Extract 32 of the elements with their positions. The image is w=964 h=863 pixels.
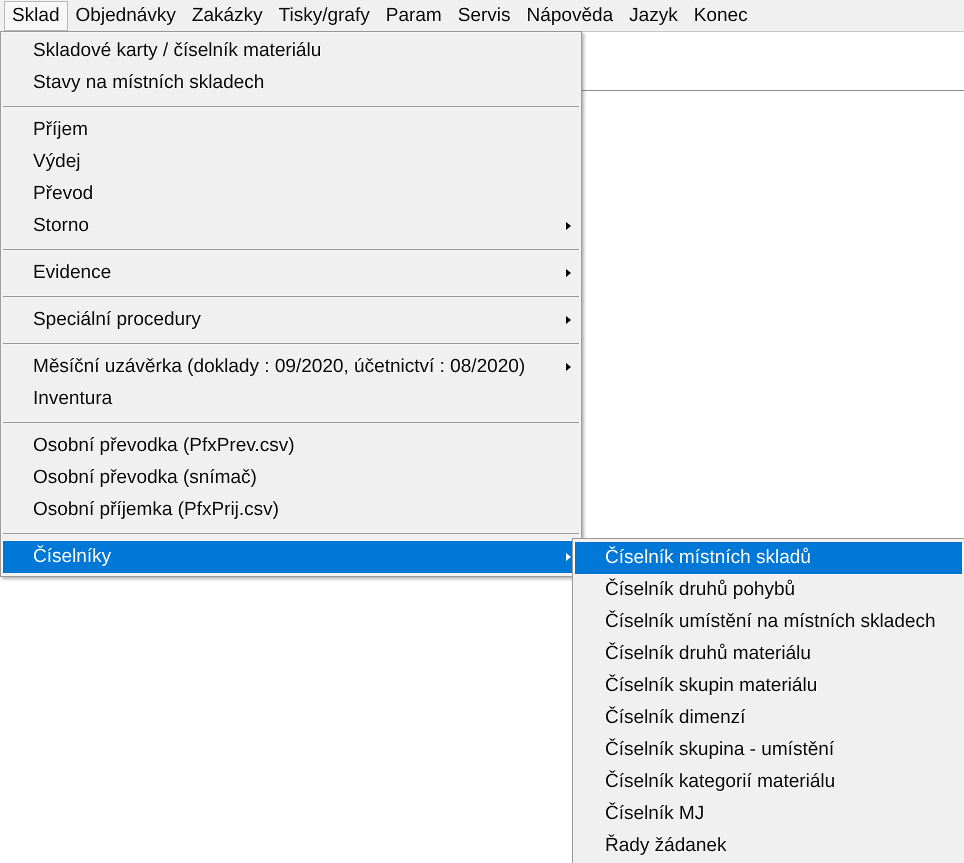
menu-item[interactable]: Stavy na místních skladech (3, 67, 579, 99)
menu-item[interactable]: Příjem (3, 114, 579, 146)
menu-item[interactable]: Číselník druhů pohybů (575, 574, 962, 606)
menu-item[interactable]: Číselník dimenzí (575, 702, 962, 734)
menu-item[interactable]: Evidence (3, 257, 579, 289)
menu-item[interactable]: Storno (3, 210, 579, 242)
menu-item[interactable]: Skladové karty / číselník materiálu (3, 35, 579, 67)
menu-item[interactable]: Číselník místních skladů (575, 542, 962, 574)
menu-item[interactable]: Výdej (3, 146, 579, 178)
menu-bar-item[interactable]: Nápověda (518, 0, 622, 30)
menu-bar-item[interactable]: Objednávky (68, 0, 184, 30)
menu-bar-item[interactable]: Tisky/grafy (270, 0, 378, 30)
menu-item[interactable]: Speciální procedury (3, 304, 579, 336)
menu-item[interactable]: Měsíční uzávěrka (doklady : 09/2020, účetnictví : 08/2020) (3, 351, 579, 383)
menu-item[interactable]: Osobní převodka (PfxPrev.csv) (3, 430, 579, 462)
menu-item[interactable]: Číselník MJ (575, 798, 962, 830)
menu-item[interactable]: Inventura (3, 383, 579, 415)
menu-bar-item[interactable]: Sklad (4, 0, 68, 30)
menu-bar-item[interactable]: Servis (450, 0, 519, 30)
menu-item[interactable]: Číselník druhů materiálu (575, 638, 962, 670)
menu-item[interactable]: Osobní příjemka (PfxPrij.csv) (3, 494, 579, 526)
menu-item[interactable]: Číselník umístění na místních skladech (575, 606, 962, 638)
menu-bar-item[interactable]: Param (378, 0, 450, 30)
menu-bar-item[interactable]: Zakázky (184, 0, 271, 30)
menu-item[interactable]: Řady žádanek (575, 830, 962, 862)
menu-item[interactable]: Číselník skupin materiálu (575, 670, 962, 702)
menu-bar-item[interactable]: Jazyk (621, 0, 686, 30)
menu-item[interactable]: Osobní převodka (snímač) (3, 462, 579, 494)
menu-item[interactable]: Číselník kategorií materiálu (575, 766, 962, 798)
menu-item[interactable]: Číselník skupina - umístění (575, 734, 962, 766)
menu-item[interactable]: Převod (3, 178, 579, 210)
menu-bar-item[interactable]: Konec (686, 0, 756, 30)
